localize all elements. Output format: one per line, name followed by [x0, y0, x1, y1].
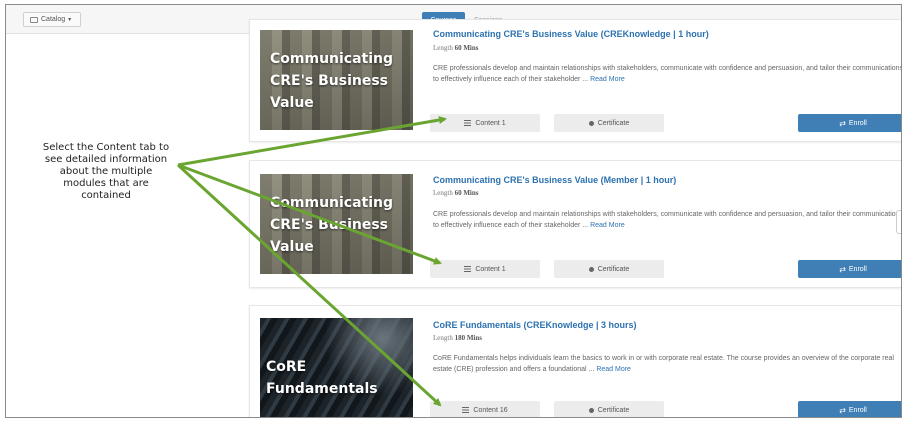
- course-thumbnail[interactable]: Communicating CRE's Business Value: [260, 30, 413, 130]
- course-card: Communicating CRE's Business Value Commu…: [249, 160, 902, 288]
- folder-icon: [30, 16, 38, 23]
- exchange-icon: ⇄: [839, 118, 846, 128]
- content-button[interactable]: Content 1: [430, 260, 540, 278]
- enroll-button[interactable]: ⇄ Enroll: [798, 401, 901, 417]
- scroll-handle[interactable]: [896, 210, 901, 234]
- course-description: CoRE Fundamentals helps individuals lear…: [433, 355, 894, 373]
- course-length: Length 60 Mins: [433, 44, 479, 52]
- caret-down-icon: ▾: [68, 17, 72, 23]
- course-thumbnail[interactable]: CoRE Fundamentals: [260, 318, 413, 417]
- certificate-icon: [588, 407, 594, 413]
- content-button[interactable]: Content 1: [430, 114, 540, 132]
- thumbnail-caption: CoRE Fundamentals: [266, 359, 378, 397]
- callout-text: Select the Content tab to see detailed i…: [42, 142, 170, 201]
- thumbnail-caption: Communicating CRE's Business Value: [270, 51, 394, 111]
- enroll-button[interactable]: ⇄ Enroll: [798, 260, 901, 278]
- app-frame: Catalog ▾ Courses Sessions Communicating…: [5, 4, 902, 418]
- course-description: CRE professionals develop and maintain r…: [433, 211, 902, 229]
- course-card: CoRE Fundamentals CoRE Fundamentals (CRE…: [249, 305, 901, 417]
- course-description: CRE professionals develop and maintain r…: [433, 65, 902, 83]
- thumbnail-caption: Communicating CRE's Business Value: [270, 195, 394, 255]
- course-card: Communicating CRE's Business Value Commu…: [249, 19, 902, 142]
- catalog-label: Catalog: [41, 16, 66, 23]
- exchange-icon: ⇄: [839, 405, 846, 415]
- certificate-icon: [588, 266, 594, 272]
- certificate-button[interactable]: Certificate: [554, 260, 664, 278]
- certificate-button[interactable]: Certificate: [554, 114, 664, 132]
- read-more-link[interactable]: Read More: [596, 366, 631, 373]
- exchange-icon: ⇄: [839, 264, 846, 274]
- content-button[interactable]: Content 16: [430, 401, 540, 417]
- course-title[interactable]: Communicating CRE's Business Value (Memb…: [433, 175, 676, 185]
- catalog-dropdown[interactable]: Catalog ▾: [23, 12, 81, 27]
- read-more-link[interactable]: Read More: [590, 76, 625, 83]
- course-title[interactable]: Communicating CRE's Business Value (CREK…: [433, 29, 709, 39]
- list-icon: [462, 407, 470, 413]
- enroll-button[interactable]: ⇄ Enroll: [798, 114, 901, 132]
- list-icon: [464, 266, 472, 272]
- read-more-link[interactable]: Read More: [590, 222, 625, 229]
- course-title[interactable]: CoRE Fundamentals (CREKnowledge | 3 hour…: [433, 320, 637, 330]
- list-icon: [464, 120, 472, 126]
- course-length: Length 60 Mins: [433, 189, 479, 197]
- course-length: Length 180 Mins: [433, 334, 482, 342]
- certificate-icon: [588, 120, 594, 126]
- certificate-button[interactable]: Certificate: [554, 401, 664, 417]
- course-thumbnail[interactable]: Communicating CRE's Business Value: [260, 174, 413, 274]
